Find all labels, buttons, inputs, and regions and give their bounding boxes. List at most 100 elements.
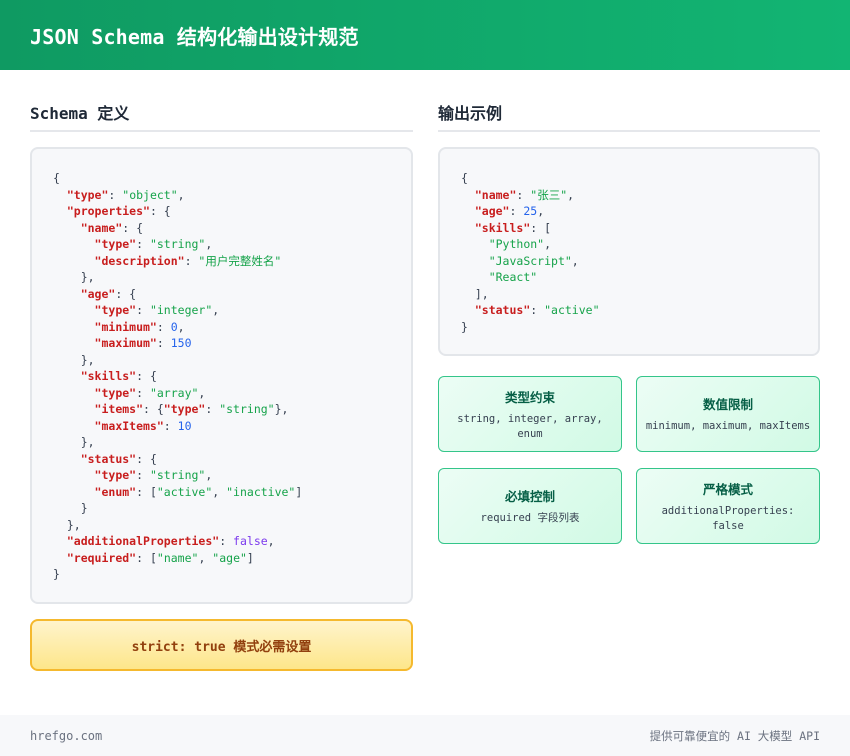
code-line: "required": ["name", "age"] bbox=[53, 550, 411, 567]
code-punctuation bbox=[53, 188, 67, 202]
example-section-title: 输出示例 bbox=[438, 104, 503, 123]
code-punctuation: , bbox=[177, 187, 185, 202]
code-line: "description": "用户完整姓名" bbox=[53, 253, 411, 270]
code-line: "skills": [ bbox=[461, 220, 818, 237]
footer-site-link[interactable]: hrefgo.com bbox=[30, 729, 102, 743]
code-line: "type": "array", bbox=[53, 385, 411, 402]
code-string: "string" bbox=[149, 237, 206, 251]
code-key: "items" bbox=[94, 402, 144, 416]
code-line: "age": 25, bbox=[461, 203, 818, 220]
code-punctuation bbox=[461, 237, 489, 251]
code-punctuation: , bbox=[205, 468, 213, 482]
code-punctuation bbox=[53, 287, 81, 301]
code-punctuation: , bbox=[212, 484, 227, 499]
code-string: "object" bbox=[122, 187, 178, 202]
code-punctuation: : { bbox=[136, 451, 157, 466]
code-string: "React" bbox=[488, 270, 538, 284]
code-line: ], bbox=[461, 286, 818, 303]
code-string: "age" bbox=[212, 550, 247, 565]
code-line: "type": "string", bbox=[53, 467, 411, 484]
code-line: "name": "张三", bbox=[461, 187, 818, 204]
code-line: }, bbox=[53, 352, 411, 369]
code-punctuation bbox=[53, 204, 67, 218]
code-line: { bbox=[461, 170, 818, 187]
code-punctuation: } bbox=[53, 501, 88, 515]
example-section-divider bbox=[438, 130, 820, 132]
code-line: "additionalProperties": false, bbox=[53, 533, 411, 550]
code-string: "name" bbox=[156, 550, 199, 565]
code-punctuation: }, bbox=[53, 270, 95, 284]
code-string: "Python" bbox=[488, 237, 545, 251]
code-line: "type": "string", bbox=[53, 236, 411, 253]
code-punctuation: : bbox=[156, 319, 171, 334]
code-line: "properties": { bbox=[53, 203, 411, 220]
code-punctuation: : bbox=[163, 418, 178, 433]
code-key: "required" bbox=[66, 550, 137, 565]
code-key: "type" bbox=[94, 237, 137, 251]
code-punctuation: } bbox=[53, 567, 60, 581]
code-line: "age": { bbox=[53, 286, 411, 303]
code-punctuation bbox=[461, 254, 489, 268]
code-punctuation bbox=[53, 551, 67, 565]
strict-mode-note-text: strict: true 模式必需设置 bbox=[131, 639, 312, 655]
code-punctuation bbox=[53, 221, 81, 235]
code-punctuation: : bbox=[219, 534, 234, 548]
code-string: "JavaScript" bbox=[488, 253, 572, 268]
code-key: "type" bbox=[94, 468, 137, 482]
schema-section-divider bbox=[30, 130, 413, 132]
code-line: }, bbox=[53, 434, 411, 451]
card-description: additionalProperties: false bbox=[661, 504, 795, 532]
code-punctuation bbox=[53, 402, 95, 416]
code-line: "skills": { bbox=[53, 368, 411, 385]
feature-card-required-control: 必填控制 required 字段列表 bbox=[438, 468, 622, 544]
code-punctuation: , bbox=[177, 319, 185, 334]
code-line: { bbox=[53, 170, 411, 187]
feature-card-numeric-limit: 数值限制 minimum, maximum, maxItems bbox=[636, 376, 820, 452]
code-punctuation: : bbox=[136, 237, 150, 251]
code-punctuation: : bbox=[205, 402, 220, 416]
code-punctuation: : [ bbox=[136, 484, 157, 499]
code-punctuation bbox=[53, 237, 95, 251]
code-punctuation bbox=[53, 386, 95, 400]
code-punctuation: , bbox=[212, 303, 220, 317]
code-punctuation: : { bbox=[115, 286, 137, 301]
code-punctuation: }, bbox=[274, 402, 289, 416]
code-punctuation: : bbox=[108, 187, 123, 202]
code-line: "type": "object", bbox=[53, 187, 411, 204]
code-key: "minimum" bbox=[94, 319, 157, 334]
code-punctuation: : bbox=[184, 253, 199, 268]
code-line: "enum": ["active", "inactive"] bbox=[53, 484, 411, 501]
code-punctuation bbox=[461, 204, 475, 218]
code-punctuation: ], bbox=[461, 286, 489, 301]
code-key: "type" bbox=[94, 385, 137, 400]
code-line: } bbox=[53, 500, 411, 517]
code-punctuation: : { bbox=[143, 402, 164, 416]
code-punctuation: }, bbox=[53, 517, 81, 532]
code-line: }, bbox=[53, 269, 411, 286]
code-punctuation bbox=[461, 221, 475, 235]
code-string: "用户完整姓名" bbox=[198, 253, 282, 268]
code-line: "name": { bbox=[53, 220, 411, 237]
feature-card-type-constraint: 类型约束 string, integer, array, enum bbox=[438, 376, 622, 452]
code-punctuation: ] bbox=[295, 484, 303, 499]
code-punctuation: , bbox=[198, 385, 206, 400]
code-line: "items": {"type": "string"}, bbox=[53, 401, 411, 418]
code-punctuation: : bbox=[136, 303, 150, 317]
code-punctuation bbox=[53, 485, 95, 499]
code-punctuation: { bbox=[461, 171, 468, 185]
code-number: 150 bbox=[170, 336, 192, 350]
code-punctuation: } bbox=[461, 319, 468, 334]
code-punctuation bbox=[53, 534, 67, 548]
code-line: "status": { bbox=[53, 451, 411, 468]
code-line: }, bbox=[53, 517, 411, 534]
card-title: 类型约束 bbox=[504, 389, 555, 405]
code-punctuation: : bbox=[530, 303, 545, 317]
code-line: "minimum": 0, bbox=[53, 319, 411, 336]
code-punctuation bbox=[53, 320, 95, 334]
code-punctuation: ] bbox=[246, 550, 254, 565]
code-punctuation: , bbox=[571, 253, 579, 268]
code-key: "description" bbox=[94, 253, 185, 268]
code-punctuation: , bbox=[267, 534, 275, 548]
code-line: "JavaScript", bbox=[461, 253, 818, 270]
code-punctuation: : { bbox=[149, 204, 171, 218]
